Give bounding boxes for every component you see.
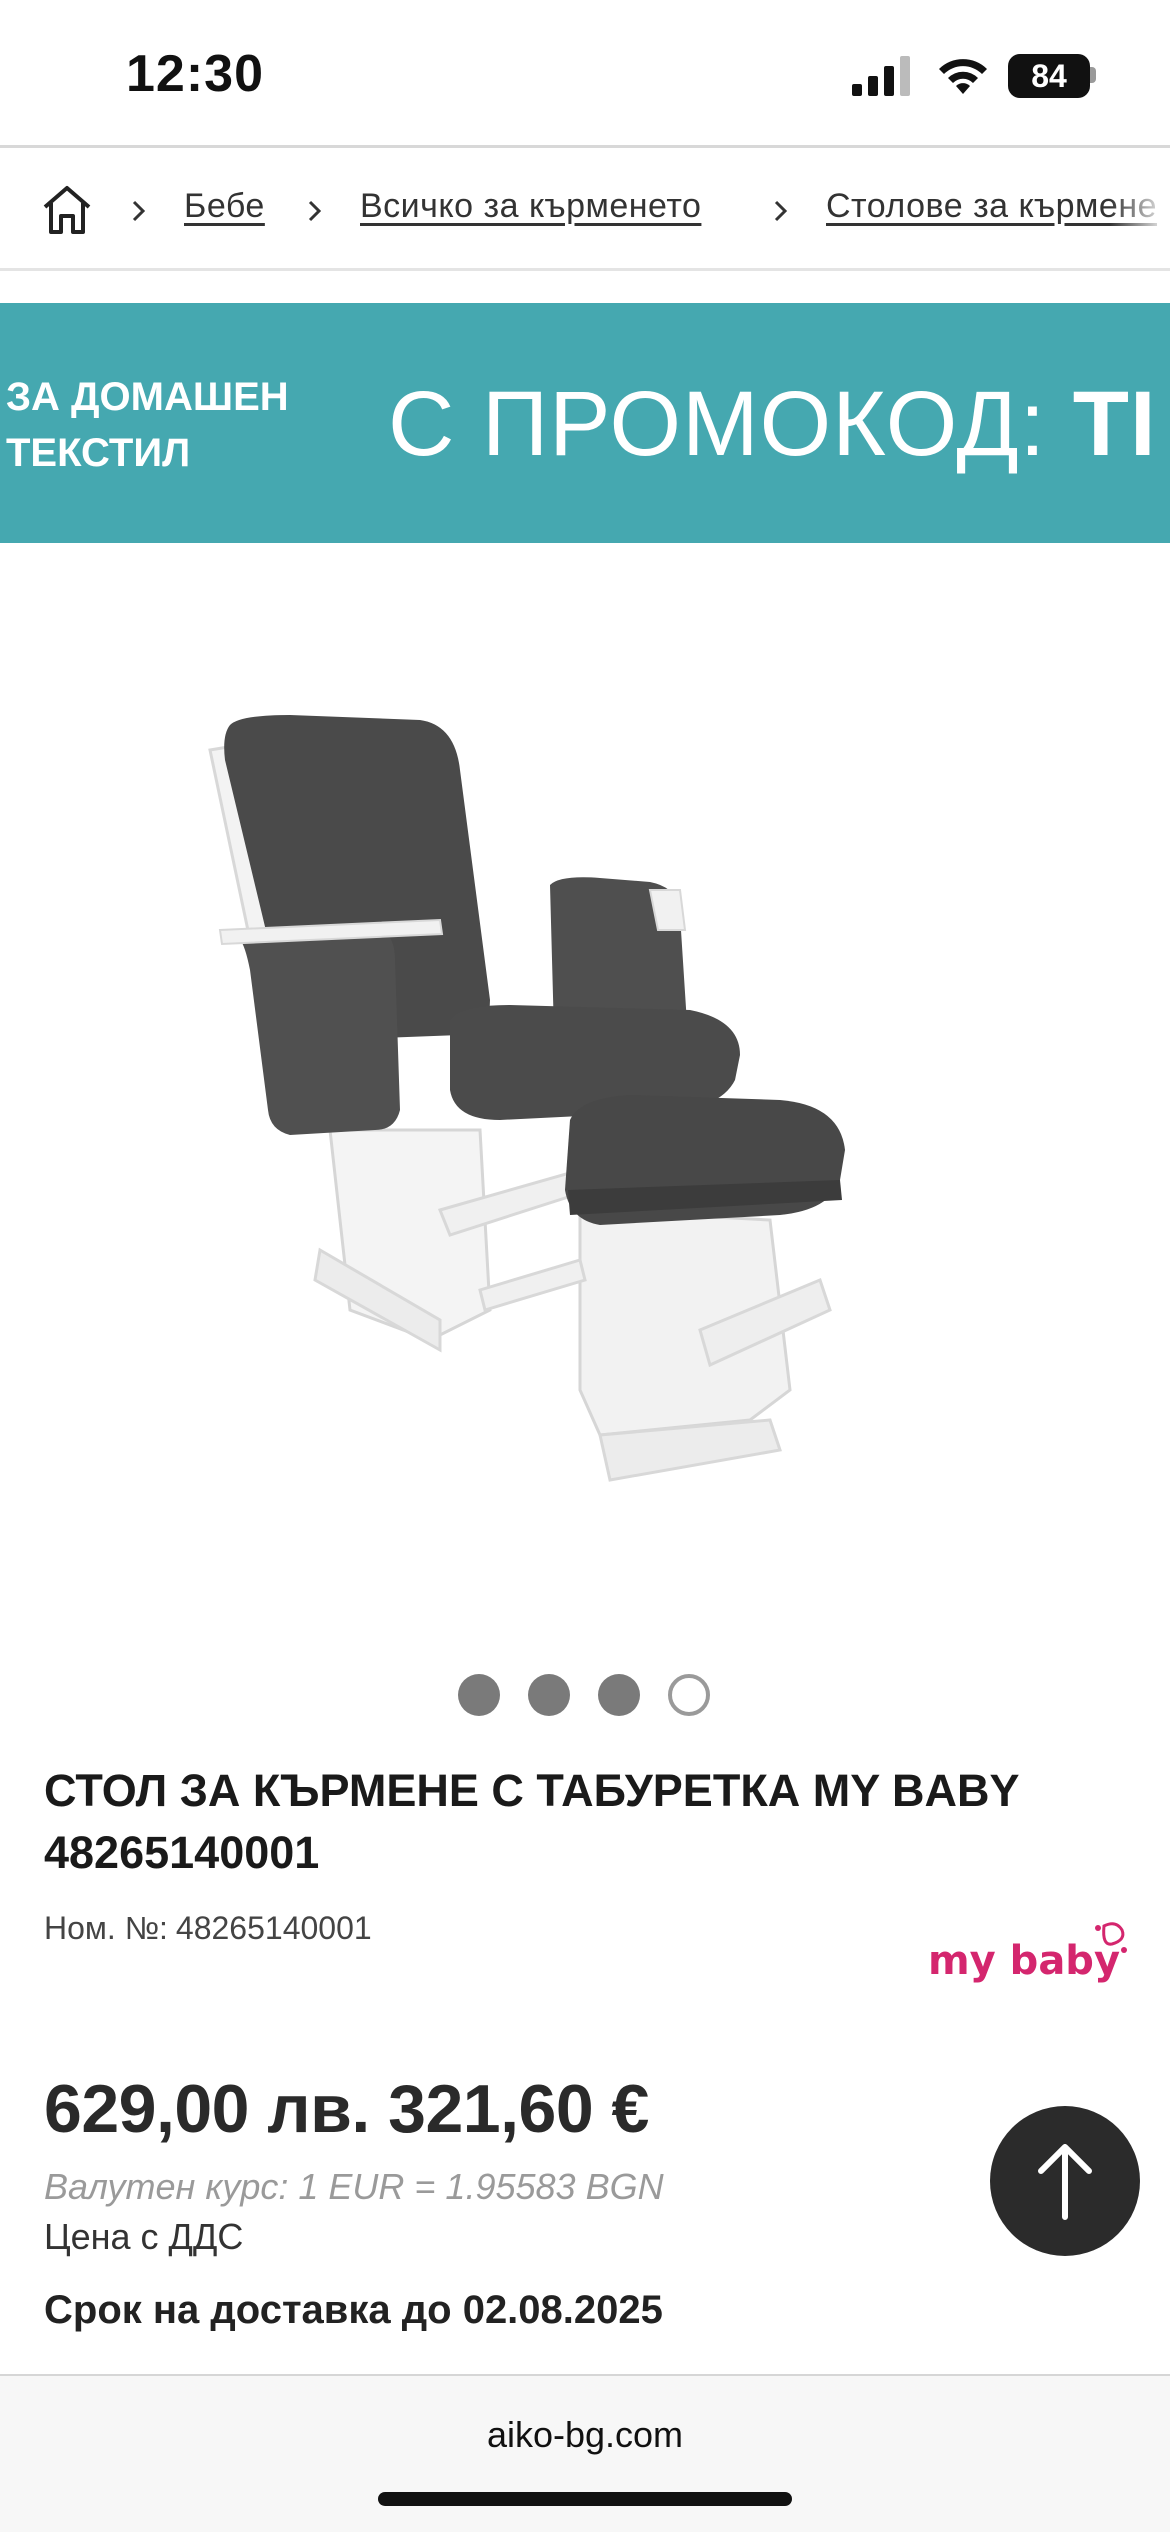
promo-code: TI: [1072, 373, 1157, 475]
home-icon[interactable]: [40, 183, 94, 237]
status-bar: 12:30 84: [0, 0, 1170, 148]
scroll-to-top-button[interactable]: [990, 2106, 1140, 2256]
carousel-dot-active[interactable]: [668, 1674, 710, 1716]
sku-value: 48265140001: [175, 1910, 372, 1946]
vat-note: Цена с ДДС: [44, 2216, 244, 2257]
browser-address-bar[interactable]: aiko-bg.com: [0, 2374, 1170, 2532]
signal-icon: [852, 56, 910, 96]
chevron-right-icon: [132, 200, 146, 222]
promo-label: С ПРОМОКОД:: [388, 373, 1047, 475]
carousel-dots: [458, 1674, 710, 1716]
brand-logo[interactable]: my baby: [926, 1918, 1130, 1992]
promo-main-text: С ПРОМОКОД: TI: [388, 369, 1157, 479]
brand-logo-text: my baby: [928, 1938, 1120, 1984]
carousel-dot[interactable]: [528, 1674, 570, 1716]
home-indicator: [378, 2492, 792, 2506]
breadcrumb: Бебе Всичко за кърменето Столове за кърм…: [0, 151, 1170, 271]
status-time: 12:30: [126, 45, 264, 103]
promo-left-line1: ЗА ДОМАШЕН: [6, 375, 289, 419]
chevron-right-icon: [308, 200, 322, 222]
promo-banner[interactable]: ЗА ДОМАШЕН ТЕКСТИЛ С ПРОМОКОД: TI: [0, 303, 1170, 543]
breadcrumb-fade: [1110, 151, 1170, 268]
product-title: СТОЛ ЗА КЪРМЕНЕ С ТАБУРЕТКА MY BABY 4826…: [44, 1765, 1019, 1878]
battery-icon: 84: [1008, 54, 1090, 98]
exchange-rate: Валутен курс: 1 EUR = 1.95583 BGN: [44, 2166, 664, 2207]
carousel-dot[interactable]: [458, 1674, 500, 1716]
delivery-date: Срок на доставка до 02.08.2025: [44, 2288, 663, 2332]
arrow-up-icon: [1038, 2144, 1092, 2220]
breadcrumb-item-chairs[interactable]: Столове за кърмене: [826, 187, 1157, 226]
url-text[interactable]: aiko-bg.com: [0, 2414, 1170, 2456]
breadcrumb-item-breastfeeding[interactable]: Всичко за кърменето: [360, 187, 701, 226]
chevron-right-icon: [774, 200, 788, 222]
breadcrumb-item-bebe[interactable]: Бебе: [184, 187, 265, 226]
sku: Ном. №: 48265140001: [44, 1910, 372, 1947]
product-image[interactable]: [180, 690, 980, 1510]
promo-left-text: ЗА ДОМАШЕН ТЕКСТИЛ: [6, 369, 289, 481]
promo-left-line2: ТЕКСТИЛ: [6, 431, 191, 475]
wifi-icon: [939, 59, 987, 94]
price: 629,00 лв. 321,60 €: [44, 2071, 649, 2147]
sku-label: Ном. №:: [44, 1910, 168, 1946]
carousel-dot[interactable]: [598, 1674, 640, 1716]
battery-tip: [1090, 67, 1096, 83]
